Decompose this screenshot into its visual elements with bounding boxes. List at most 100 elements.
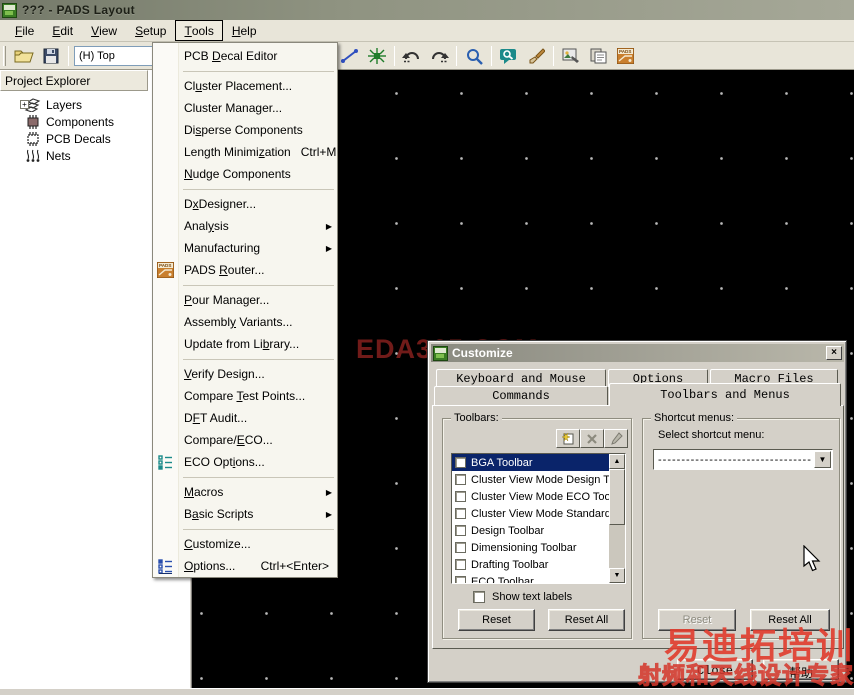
menu-item-label: Analysis — [184, 219, 329, 233]
toolbar-button-pads-icon[interactable]: PADS — [613, 45, 637, 67]
menu-item-label: PCB Decal Editor — [184, 49, 329, 63]
shortcut-reset-all-button[interactable]: Reset All — [750, 609, 830, 631]
toolbars-reset-button[interactable]: Reset — [458, 609, 535, 631]
close-icon[interactable]: × — [826, 346, 842, 360]
toolbar-list-item-label: BGA Toolbar — [471, 457, 533, 469]
shortcut-reset-button[interactable]: Reset — [658, 609, 736, 631]
toolbar-list-item-cluster-view-mode-design-t[interactable]: Cluster View Mode Design T — [452, 471, 625, 488]
toolbar-button-zoom-icon[interactable] — [462, 45, 486, 67]
menu-item-analysis[interactable]: Analysis▶ — [153, 215, 337, 237]
expand-icon[interactable]: + — [20, 100, 29, 109]
toolbar-button-measure-line-icon[interactable] — [338, 45, 362, 67]
menu-item-label: Cluster Placement... — [184, 79, 329, 93]
toolbar-list-item-cluster-view-mode-standard[interactable]: Cluster View Mode Standard — [452, 505, 625, 522]
tree-item-pcb-decals[interactable]: PCB Decals — [4, 130, 164, 147]
menu-item-length-minimization[interactable]: Length MinimizationCtrl+M — [153, 141, 337, 163]
close-button[interactable]: Close — [677, 659, 753, 680]
tools-menu-popup: PCB Decal Editor Cluster Placement... Clus… — [152, 42, 338, 578]
save-icon[interactable] — [39, 45, 63, 67]
dialog-title-bar[interactable]: Customize × — [431, 344, 844, 362]
toolbar-list-item-cluster-view-mode-eco-too[interactable]: Cluster View Mode ECO Too — [452, 488, 625, 505]
menu-item-compare-test-points[interactable]: Compare Test Points... — [153, 385, 337, 407]
toolbar-checkbox[interactable] — [455, 474, 466, 485]
menu-item-nudge-components[interactable]: Nudge Components — [153, 163, 337, 185]
menu-item-customize[interactable]: Customize... — [153, 533, 337, 555]
menubar-item-help[interactable]: Help — [223, 20, 266, 41]
menu-item-label: Update from Library... — [184, 337, 329, 351]
menu-item-verify-design[interactable]: Verify Design... — [153, 363, 337, 385]
menu-item-pour-manager[interactable]: Pour Manager... — [153, 289, 337, 311]
menu-separator — [153, 281, 337, 289]
menu-item-options[interactable]: Options...Ctrl+<Enter> — [153, 555, 337, 577]
toolbar-list-item-label: Drafting Toolbar — [471, 559, 548, 571]
toolbar-checkbox[interactable] — [455, 542, 466, 553]
menu-item-assembly-variants[interactable]: Assembly Variants... — [153, 311, 337, 333]
toolbars-reset-all-button[interactable]: Reset All — [548, 609, 625, 631]
tab-keyboard-and-mouse[interactable]: Keyboard and Mouse — [436, 369, 606, 387]
toolbar-button-view-find-icon[interactable] — [497, 45, 521, 67]
dialog-icon — [433, 346, 448, 361]
toolbar-checkbox[interactable] — [455, 525, 466, 536]
toolbar-checkbox[interactable] — [455, 576, 466, 584]
show-text-labels-row[interactable]: Show text labels — [473, 591, 572, 603]
toolbar-button-brush-icon[interactable] — [524, 45, 548, 67]
project-explorer-header: Project Explorer — [0, 70, 148, 91]
toolbar-separator — [456, 46, 457, 66]
toolbar-list-item-drafting-toolbar[interactable]: Drafting Toolbar — [452, 556, 625, 573]
toolbar-checkbox[interactable] — [455, 508, 466, 519]
scroll-up-icon[interactable]: ▲ — [609, 454, 625, 469]
menubar-item-tools[interactable]: Tools — [175, 20, 222, 41]
list-scrollbar[interactable]: ▲ ▼ — [609, 454, 625, 583]
toolbar-button-image-tool-icon[interactable] — [559, 45, 583, 67]
menu-item-update-from-library[interactable]: Update from Library... — [153, 333, 337, 355]
nets-icon — [24, 149, 42, 163]
menu-item-dft-audit[interactable]: DFT Audit... — [153, 407, 337, 429]
menu-item-basic-scripts[interactable]: Basic Scripts▶ — [153, 503, 337, 525]
toolbar-list-item-eco-toolbar[interactable]: ECO Toolbar — [452, 573, 625, 584]
toolbar-button-paste-icon[interactable] — [586, 45, 610, 67]
tab-toolbars-and-menus[interactable]: Toolbars and Menus — [609, 383, 841, 406]
tree-item-nets[interactable]: Nets — [4, 147, 164, 164]
delete-toolbar-button[interactable] — [580, 429, 604, 448]
menu-item-disperse-components[interactable]: Disperse Components — [153, 119, 337, 141]
edit-toolbar-button[interactable] — [604, 429, 628, 448]
menu-item-eco-options[interactable]: ECO Options... — [153, 451, 337, 473]
scroll-down-icon[interactable]: ▼ — [609, 568, 625, 583]
show-text-labels-checkbox[interactable] — [473, 591, 485, 603]
menu-item-macros[interactable]: Macros▶ — [153, 481, 337, 503]
toolbar-checkbox[interactable] — [455, 457, 466, 468]
menu-item-dxdesigner[interactable]: DxDesigner... — [153, 193, 337, 215]
shortcut-menu-dropdown[interactable]: ----------------------------------------… — [653, 449, 833, 470]
menubar-item-view[interactable]: View — [82, 20, 126, 41]
chevron-down-icon[interactable]: ▼ — [814, 451, 831, 468]
open-folder-icon[interactable] — [12, 45, 36, 67]
open-folder-icon — [14, 48, 34, 64]
toolbar-list-item-design-toolbar[interactable]: Design Toolbar — [452, 522, 625, 539]
toolbar-checkbox[interactable] — [455, 559, 466, 570]
shortcut-menus-groupbox: Shortcut menus: Select shortcut menu: --… — [642, 418, 840, 639]
menubar-item-file[interactable]: File — [6, 20, 43, 41]
toolbar-button-undo-icon[interactable] — [400, 45, 424, 67]
menu-item-compare-eco[interactable]: Compare/ECO... — [153, 429, 337, 451]
menubar-item-edit[interactable]: Edit — [43, 20, 82, 41]
toolbar-list-item-dimensioning-toolbar[interactable]: Dimensioning Toolbar — [452, 539, 625, 556]
menu-bar: FileEditViewSetupToolsHelp — [0, 20, 854, 42]
toolbar-button-redo-icon[interactable] — [427, 45, 451, 67]
scrollbar-thumb[interactable] — [609, 469, 625, 525]
menu-item-cluster-manager[interactable]: Cluster Manager... — [153, 97, 337, 119]
toolbar-grip[interactable] — [3, 46, 6, 66]
menubar-item-setup[interactable]: Setup — [126, 20, 175, 41]
tree-item-components[interactable]: Components — [4, 113, 164, 130]
toolbar-checkbox[interactable] — [455, 491, 466, 502]
new-toolbar-button[interactable] — [556, 429, 580, 448]
help-button[interactable]: 帮助 — [763, 659, 839, 680]
tab-commands[interactable]: Commands — [434, 386, 608, 405]
menu-item-label: Manufacturing — [184, 241, 329, 255]
menu-item-pads-router[interactable]: PADSPADS Router... — [153, 259, 337, 281]
menu-item-manufacturing[interactable]: Manufacturing▶ — [153, 237, 337, 259]
menu-item-cluster-placement[interactable]: Cluster Placement... — [153, 75, 337, 97]
menu-item-pcb-decal-editor[interactable]: PCB Decal Editor — [153, 45, 337, 67]
toolbar-list-item-bga-toolbar[interactable]: BGA Toolbar — [452, 454, 625, 471]
toolbar-button-component-pins-icon[interactable] — [365, 45, 389, 67]
tree-item-layers[interactable]: +Layers — [4, 96, 164, 113]
